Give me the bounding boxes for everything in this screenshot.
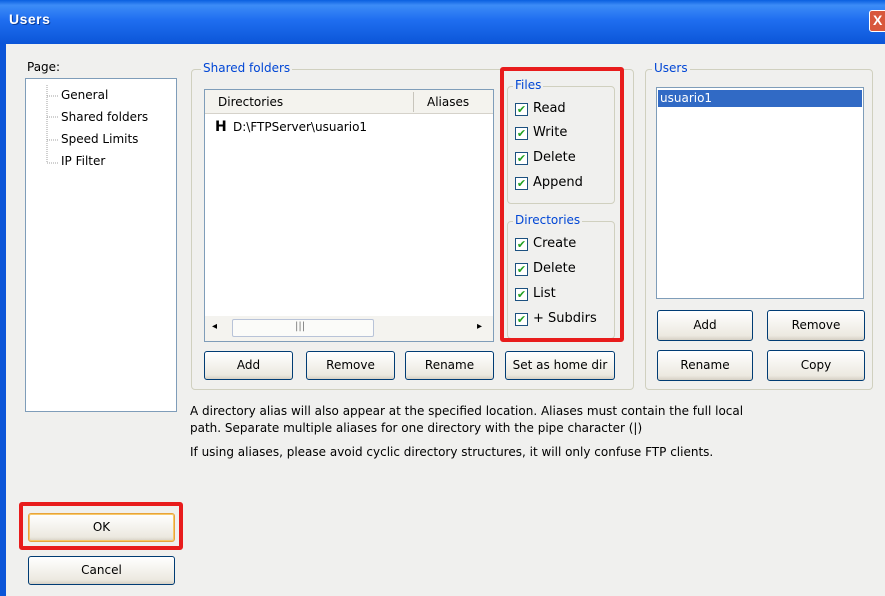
tree-item-shared-folders[interactable]: Shared folders — [61, 110, 148, 124]
scroll-left-icon[interactable]: ◂ — [212, 321, 217, 332]
directory-cell: D:\FTPServer\usuario1 — [233, 120, 368, 134]
shared-folders-rename-button[interactable]: Rename — [405, 351, 494, 380]
users-add-button[interactable]: Add — [657, 310, 753, 341]
scroll-right-icon[interactable]: ▸ — [477, 321, 482, 332]
tree-item-general[interactable]: General — [61, 88, 108, 102]
users-listbox[interactable]: usuario1 — [656, 87, 864, 299]
shared-folders-add-button[interactable]: Add — [204, 351, 293, 380]
table-row[interactable]: H D:\FTPServer\usuario1 — [205, 117, 493, 137]
users-remove-button[interactable]: Remove — [767, 310, 865, 341]
directories-listview[interactable]: Directories Aliases H D:\FTPServer\usuar… — [204, 89, 494, 342]
window-title: Users — [9, 11, 51, 27]
list-item[interactable]: usuario1 — [658, 90, 862, 107]
home-dir-marker: H — [215, 119, 227, 135]
cancel-button[interactable]: Cancel — [28, 556, 175, 585]
users-group-title: Users — [652, 61, 690, 75]
scroll-thumb[interactable]: ||| — [232, 319, 374, 337]
set-home-dir-button[interactable]: Set as home dir — [505, 351, 615, 380]
page-label: Page: — [27, 60, 61, 74]
column-header-aliases[interactable]: Aliases — [427, 95, 469, 109]
users-copy-button[interactable]: Copy — [767, 350, 865, 381]
alias-info-line-3: If using aliases, please avoid cyclic di… — [190, 445, 714, 459]
tree-item-speed-limits[interactable]: Speed Limits — [61, 132, 138, 146]
users-rename-button[interactable]: Rename — [657, 350, 753, 381]
header-divider — [413, 92, 414, 112]
title-bar[interactable] — [0, 0, 885, 44]
horizontal-scrollbar[interactable]: ◂ ||| ▸ — [205, 316, 493, 341]
page-tree[interactable]: General Shared folders Speed Limits IP F… — [25, 78, 177, 412]
tree-lines — [46, 85, 58, 164]
highlight-box-permissions — [500, 67, 624, 342]
shared-folders-group-title: Shared folders — [201, 61, 293, 75]
tree-item-ip-filter[interactable]: IP Filter — [61, 154, 105, 168]
close-icon[interactable]: X — [869, 10, 885, 32]
highlight-box-ok — [19, 502, 183, 550]
column-header-directories[interactable]: Directories — [218, 95, 283, 109]
shared-folders-remove-button[interactable]: Remove — [306, 351, 395, 380]
alias-info-line-1: A directory alias will also appear at th… — [190, 404, 744, 418]
alias-info-line-2: path. Separate multiple aliases for one … — [190, 421, 643, 435]
grip-icon: ||| — [295, 321, 306, 332]
